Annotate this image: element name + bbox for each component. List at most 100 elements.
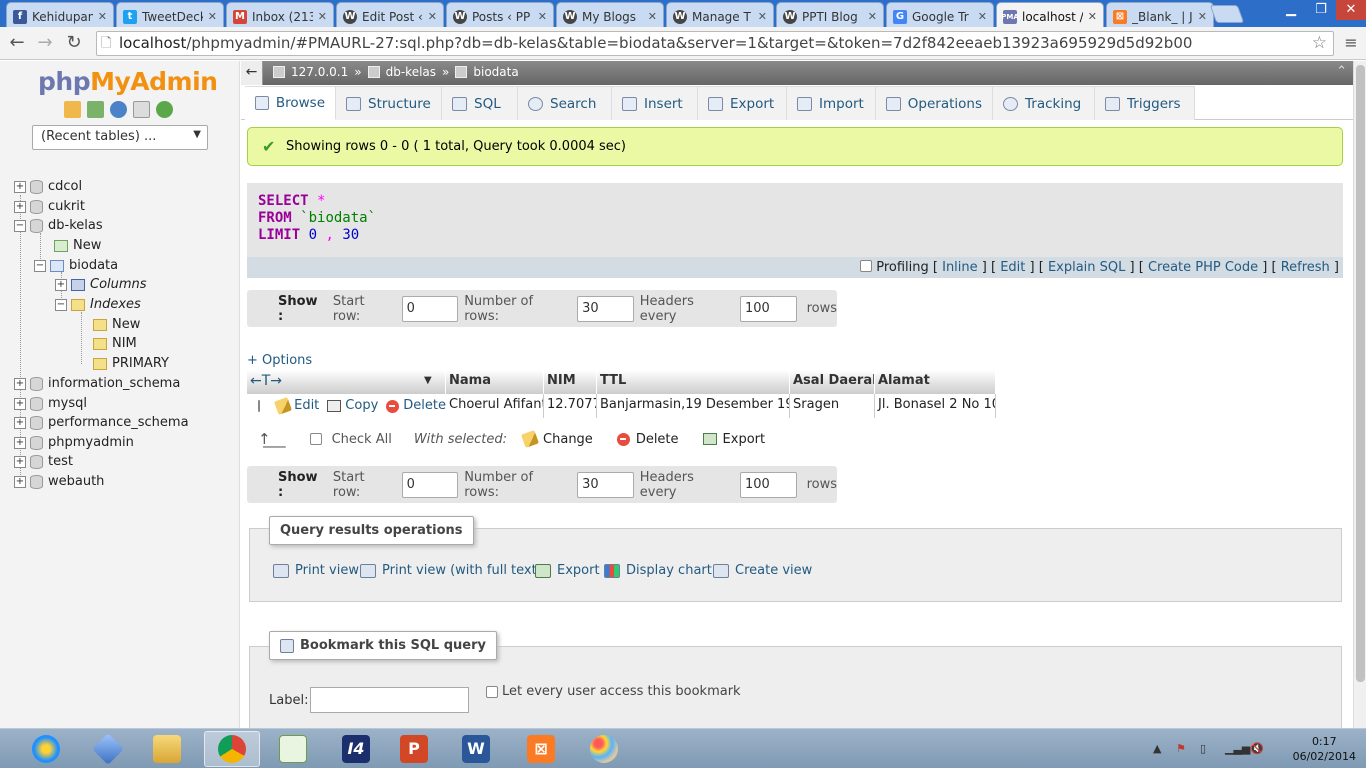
close-window-icon[interactable]: ✕ — [1336, 0, 1366, 20]
network-icon[interactable]: ▁▃▅ — [1225, 742, 1250, 756]
print-view-link[interactable]: Print view — [273, 563, 359, 578]
table-item-biodata[interactable]: − biodata — [34, 256, 118, 275]
close-icon[interactable]: ✕ — [318, 10, 327, 23]
column-header-ttl[interactable]: TTL — [597, 370, 790, 394]
table-cell[interactable]: Sragen — [790, 394, 875, 418]
column-header-alamat[interactable]: Alamat — [875, 370, 996, 394]
browser-tab[interactable]: W Posts ‹ PP ✕ — [446, 2, 554, 27]
help-icon[interactable] — [110, 101, 127, 118]
close-icon[interactable]: ✕ — [1198, 10, 1207, 23]
collapse-nav-icon[interactable]: ← — [241, 61, 263, 85]
volume-muted-icon[interactable]: 🔇 — [1250, 742, 1264, 756]
options-link[interactable]: + Options — [247, 353, 312, 368]
headers-every-input[interactable]: 100 — [739, 471, 797, 498]
expand-icon[interactable]: + — [14, 436, 26, 449]
start-row-input[interactable]: 0 — [401, 471, 459, 498]
headers-every-input[interactable]: 100 — [739, 295, 797, 322]
close-icon[interactable]: ✕ — [1088, 10, 1097, 23]
collapse-icon[interactable]: − — [34, 259, 46, 272]
print-view-full-link[interactable]: Print view (with full texts) — [360, 563, 549, 578]
browser-tab[interactable]: M Inbox (213 ✕ — [226, 2, 334, 27]
browser-tab[interactable]: t TweetDeck ✕ — [116, 2, 224, 27]
minimize-icon[interactable]: ▁ — [1276, 0, 1306, 20]
tab-triggers[interactable]: Triggers — [1095, 86, 1195, 120]
tab-tracking[interactable]: Tracking — [993, 86, 1095, 120]
delete-selected-button[interactable]: Delete — [616, 432, 679, 447]
copy-row-button[interactable]: Copy — [327, 395, 378, 417]
browser-tab[interactable]: G Google Tr ✕ — [886, 2, 994, 27]
edit-query-link[interactable]: Edit — [1000, 260, 1025, 275]
close-icon[interactable]: ✕ — [428, 10, 437, 23]
db-item-mysql[interactable]: + mysql — [14, 394, 87, 413]
expand-icon[interactable]: + — [55, 278, 67, 291]
column-resize-icon[interactable]: ←T→ — [250, 373, 282, 389]
check-all-checkbox[interactable] — [309, 433, 322, 445]
taskbar-app[interactable] — [80, 731, 136, 767]
create-view-link[interactable]: Create view — [713, 563, 812, 578]
start-row-input[interactable]: 0 — [401, 295, 459, 322]
close-icon[interactable]: ✕ — [648, 10, 657, 23]
tab-structure[interactable]: Structure — [336, 86, 442, 120]
export-results-link[interactable]: Export — [535, 563, 600, 578]
maximize-icon[interactable]: ❐ — [1306, 0, 1336, 20]
start-button[interactable] — [18, 731, 74, 767]
close-icon[interactable]: ✕ — [98, 10, 107, 23]
db-item-cukrit[interactable]: + cukrit — [14, 197, 85, 216]
docs-icon[interactable] — [133, 101, 150, 118]
close-icon[interactable]: ✕ — [538, 10, 547, 23]
db-item-information-schema[interactable]: + information_schema — [14, 374, 180, 393]
close-icon[interactable]: ✕ — [868, 10, 877, 23]
taskbar-app-active[interactable] — [204, 731, 260, 767]
db-item-phpmyadmin[interactable]: + phpmyadmin — [14, 433, 134, 452]
column-header-nim[interactable]: NIM — [544, 370, 597, 394]
browser-tab[interactable]: W PPTI Blog ✕ — [776, 2, 884, 27]
index-primary[interactable]: PRIMARY — [93, 354, 169, 373]
forward-icon[interactable]: → — [34, 32, 56, 54]
tray-app-icon[interactable]: ⚑ — [1176, 742, 1190, 756]
number-of-rows-input[interactable]: 30 — [577, 471, 634, 498]
change-selected-button[interactable]: Change — [521, 430, 593, 448]
db-kelas-new-table[interactable]: New — [54, 236, 101, 255]
export-selected-button[interactable]: Export — [702, 432, 765, 447]
expand-icon[interactable]: + — [14, 475, 26, 488]
db-item-performance-schema[interactable]: + performance_schema — [14, 413, 189, 432]
biodata-columns[interactable]: + Columns — [55, 275, 147, 294]
table-cell[interactable]: Choerul Afifanto — [446, 394, 544, 418]
bookmark-label-input[interactable] — [310, 687, 469, 713]
tray-device-icon[interactable]: ▯ — [1200, 742, 1214, 756]
taskbar-app[interactable]: W — [448, 731, 504, 767]
tab-browse[interactable]: Browse — [245, 86, 336, 120]
expand-icon[interactable]: + — [14, 200, 26, 213]
back-icon[interactable]: ← — [6, 32, 28, 54]
column-header-asal-daerah[interactable]: Asal Daerah — [790, 370, 875, 394]
browser-tab[interactable]: W Manage T ✕ — [666, 2, 774, 27]
home-icon[interactable] — [64, 101, 81, 118]
browser-tab[interactable]: W My Blogs ✕ — [556, 2, 664, 27]
chevron-up-icon[interactable]: ⌃ — [1336, 64, 1347, 79]
browser-tab[interactable]: f Kehidupan ✕ — [6, 2, 114, 27]
recent-tables-select[interactable]: (Recent tables) ... ▼ — [32, 125, 208, 150]
expand-icon[interactable]: + — [14, 397, 26, 410]
table-cell[interactable]: Jl. Bonasel 2 No 10 — [875, 394, 996, 418]
tab-insert[interactable]: Insert — [612, 86, 698, 120]
taskbar-app[interactable]: I4 — [328, 731, 384, 767]
edit-row-button[interactable]: Edit — [274, 395, 319, 417]
sort-dropdown-icon[interactable]: ▼ — [424, 370, 432, 392]
taskbar-app[interactable] — [139, 731, 195, 767]
tab-search[interactable]: Search — [518, 86, 612, 120]
collapse-icon[interactable]: − — [14, 219, 26, 232]
row-checkbox[interactable] — [258, 400, 261, 412]
display-chart-link[interactable]: Display chart — [604, 563, 712, 578]
delete-row-button[interactable]: Delete — [386, 395, 446, 417]
tab-import[interactable]: Import — [787, 86, 876, 120]
collapse-icon[interactable]: − — [55, 298, 67, 311]
biodata-indexes[interactable]: − Indexes — [55, 295, 141, 314]
expand-icon[interactable]: + — [14, 455, 26, 468]
browser-tab[interactable]: ⊠ _Blank_ | J ✕ — [1106, 2, 1214, 27]
column-header-nama[interactable]: Nama — [446, 370, 544, 394]
system-clock[interactable]: 0:17 06/02/2014 — [1293, 734, 1356, 764]
address-bar[interactable]: 🗋 localhost/phpmyadmin/#PMAURL-27:sql.ph… — [96, 31, 1334, 56]
expand-icon[interactable]: + — [14, 377, 26, 390]
taskbar-app[interactable] — [576, 731, 632, 767]
tab-operations[interactable]: Operations — [876, 86, 993, 120]
